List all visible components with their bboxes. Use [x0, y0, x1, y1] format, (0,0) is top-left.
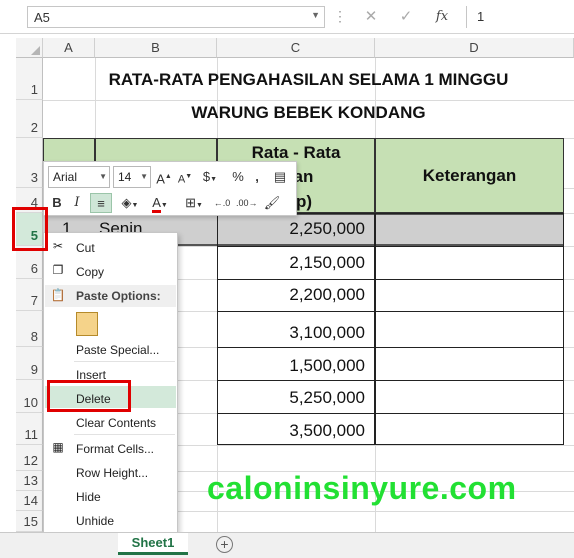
percent-icon[interactable]: % — [230, 167, 246, 187]
increase-decimal-icon[interactable]: ←.0 — [212, 193, 232, 213]
cell-value[interactable]: 3,100,000 — [217, 323, 365, 343]
column-header-d[interactable]: D — [375, 38, 574, 58]
font-name-value: Arial — [53, 170, 78, 184]
cell-value[interactable]: 3,500,000 — [217, 421, 365, 441]
header-text: p) — [296, 192, 313, 211]
decrease-decimal-icon[interactable]: .00→ — [236, 193, 258, 213]
chevron-down-icon[interactable]: ▼ — [311, 10, 320, 20]
format-painter-icon[interactable]: 🖌 — [262, 193, 282, 213]
column-header-b[interactable]: B — [95, 38, 217, 58]
add-sheet-icon[interactable]: + — [216, 536, 233, 553]
table-border — [375, 213, 564, 445]
header-text: Rata - Rata — [251, 143, 341, 162]
name-box[interactable]: A5 ▼ — [27, 6, 325, 28]
select-all-corner[interactable] — [16, 38, 43, 58]
highlight-delete — [47, 380, 131, 412]
row-header[interactable]: 13 — [16, 471, 43, 491]
header-text-keterangan: Keterangan — [422, 166, 517, 185]
copy-icon: ❐ — [52, 263, 64, 277]
menu-item-copy[interactable]: Copy — [76, 265, 104, 279]
row-header[interactable]: 15 — [16, 511, 43, 532]
menu-item-cut[interactable]: Cut — [76, 241, 95, 255]
sheet-title: RATA-RATA PENGAHASILAN SELAMA 1 MINGGU — [108, 70, 509, 89]
borders-icon[interactable]: ⊞▼ — [182, 193, 206, 213]
menu-item-paste-special[interactable]: Paste Special... — [76, 343, 159, 357]
column-header-c[interactable]: C — [217, 38, 375, 58]
currency-icon[interactable]: $▼ — [199, 167, 221, 187]
tab-sheet1[interactable]: Sheet1 — [118, 533, 188, 555]
formula-input[interactable]: 1 — [466, 6, 574, 28]
menu-item-unhide[interactable]: Unhide — [76, 514, 114, 528]
cell-value[interactable]: 2,150,000 — [217, 253, 365, 273]
format-table-icon[interactable]: ▤ — [270, 167, 290, 187]
font-color-icon[interactable]: A▼ — [148, 193, 172, 213]
increase-font-icon[interactable]: A▲ — [156, 167, 172, 187]
comma-style-icon[interactable]: , — [251, 167, 263, 187]
format-cells-icon: ▦ — [52, 440, 64, 454]
row-header[interactable]: 10 — [16, 380, 43, 413]
formula-bar: A5 ▼ ⋮ ✕ ✓ fx 1 — [0, 0, 574, 34]
cell-value[interactable]: 5,250,000 — [217, 388, 365, 408]
row-header[interactable]: 11 — [16, 413, 43, 445]
row-header[interactable]: 2 — [16, 100, 43, 138]
row-header[interactable]: 12 — [16, 445, 43, 471]
row-header[interactable]: 9 — [16, 347, 43, 380]
row-header[interactable]: 7 — [16, 279, 43, 311]
bold-icon[interactable]: B — [49, 193, 65, 213]
menu-item-format-cells[interactable]: Format Cells... — [76, 442, 154, 456]
menu-item-hide[interactable]: Hide — [76, 490, 101, 504]
row-header[interactable]: 1 — [16, 58, 43, 100]
paste-clipboard-icon[interactable] — [76, 312, 98, 336]
highlight-row-header — [12, 207, 48, 251]
clipboard-icon: 📋 — [50, 288, 66, 302]
cell-value[interactable]: 2,200,000 — [217, 285, 365, 305]
drag-handle-icon[interactable]: ⋮ — [333, 8, 348, 25]
font-size-value: 14 — [118, 170, 132, 184]
italic-icon[interactable]: I — [69, 193, 85, 213]
sheet-subtitle: WARUNG BEBEK KONDANG — [191, 103, 426, 122]
center-align-icon[interactable]: ≡ — [90, 193, 112, 213]
row-header[interactable]: 8 — [16, 311, 43, 347]
font-size-select[interactable]: 14 ▼ — [113, 166, 151, 188]
decrease-font-icon[interactable]: A▼ — [177, 167, 193, 187]
cell-value[interactable]: 1,500,000 — [217, 356, 365, 376]
chevron-down-icon[interactable]: ▼ — [99, 172, 107, 181]
font-name-select[interactable]: Arial ▼ — [48, 166, 110, 188]
fill-color-icon[interactable]: ◈▼ — [116, 193, 144, 213]
mini-toolbar: Arial ▼ 14 ▼ A▲ A▼ $▼ % , ▤ B I ≡ ◈▼ A▼ … — [43, 161, 297, 216]
chevron-down-icon[interactable]: ▼ — [140, 172, 148, 181]
column-header-a[interactable]: A — [43, 38, 95, 58]
cancel-icon[interactable]: ✕ — [359, 6, 383, 28]
insert-function-icon[interactable]: fx — [430, 6, 454, 28]
scissors-icon: ✂ — [52, 239, 64, 253]
row-header[interactable]: 14 — [16, 491, 43, 511]
enter-icon[interactable]: ✓ — [394, 6, 418, 28]
name-box-value: A5 — [34, 10, 50, 25]
watermark-text: caloninsinyure.com — [207, 470, 517, 506]
row-header[interactable]: 3 — [16, 138, 43, 188]
menu-item-row-height[interactable]: Row Height... — [76, 466, 148, 480]
sheet-tab-bar: Sheet1 + — [0, 532, 574, 558]
cell-value[interactable]: 2,250,000 — [217, 219, 365, 239]
menu-item-clear-contents[interactable]: Clear Contents — [76, 416, 156, 430]
